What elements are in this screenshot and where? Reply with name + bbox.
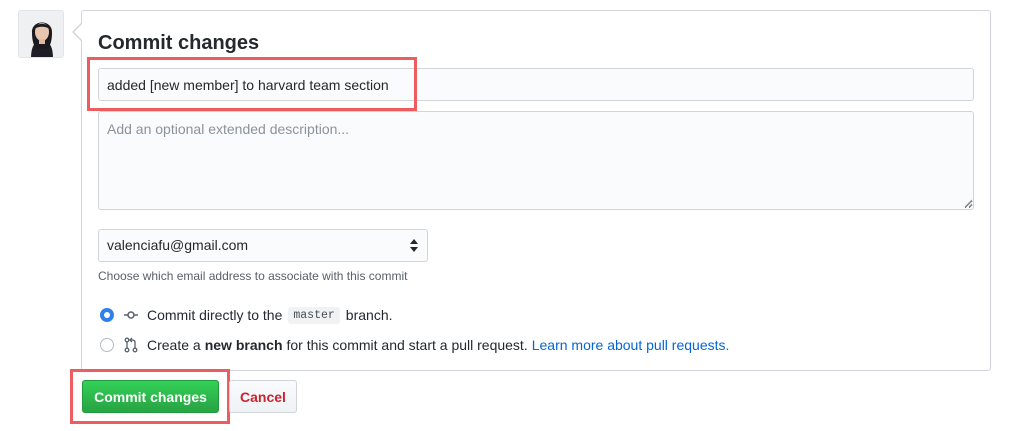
email-select-value: valenciafu@gmail.com — [107, 237, 249, 253]
option-direct-prefix: Commit directly to the — [147, 307, 283, 323]
email-select[interactable]: valenciafu@gmail.com — [98, 229, 428, 262]
commit-description-textarea[interactable] — [98, 111, 974, 210]
radio-new-branch[interactable] — [100, 338, 114, 352]
highlight-summary-box — [87, 57, 417, 111]
option-new-branch[interactable]: Create a new branch for this commit and … — [100, 335, 729, 355]
resize-grip-icon[interactable] — [964, 199, 973, 208]
git-pull-request-icon — [124, 337, 138, 353]
option-new-suffix: for this commit and start a pull request… — [286, 337, 528, 353]
comment-pointer-inner — [74, 24, 82, 40]
select-arrows-icon — [410, 239, 418, 252]
option-direct-suffix: branch. — [345, 307, 393, 323]
radio-commit-directly[interactable] — [100, 308, 114, 322]
commit-changes-button[interactable]: Commit changes — [82, 380, 219, 413]
email-hint: Choose which email address to associate … — [98, 269, 408, 283]
option-new-prefix: Create a — [147, 337, 201, 353]
commit-title: Commit changes — [98, 32, 260, 54]
option-new-bold: new branch — [204, 337, 283, 353]
option-commit-directly[interactable]: Commit directly to the master branch. — [100, 305, 393, 325]
cancel-button[interactable]: Cancel — [229, 380, 297, 413]
user-avatar-image — [19, 11, 63, 57]
git-commit-icon — [124, 311, 138, 319]
avatar[interactable] — [18, 10, 64, 58]
branch-name: master — [288, 306, 340, 324]
learn-more-link[interactable]: Learn more about pull requests. — [532, 337, 730, 353]
